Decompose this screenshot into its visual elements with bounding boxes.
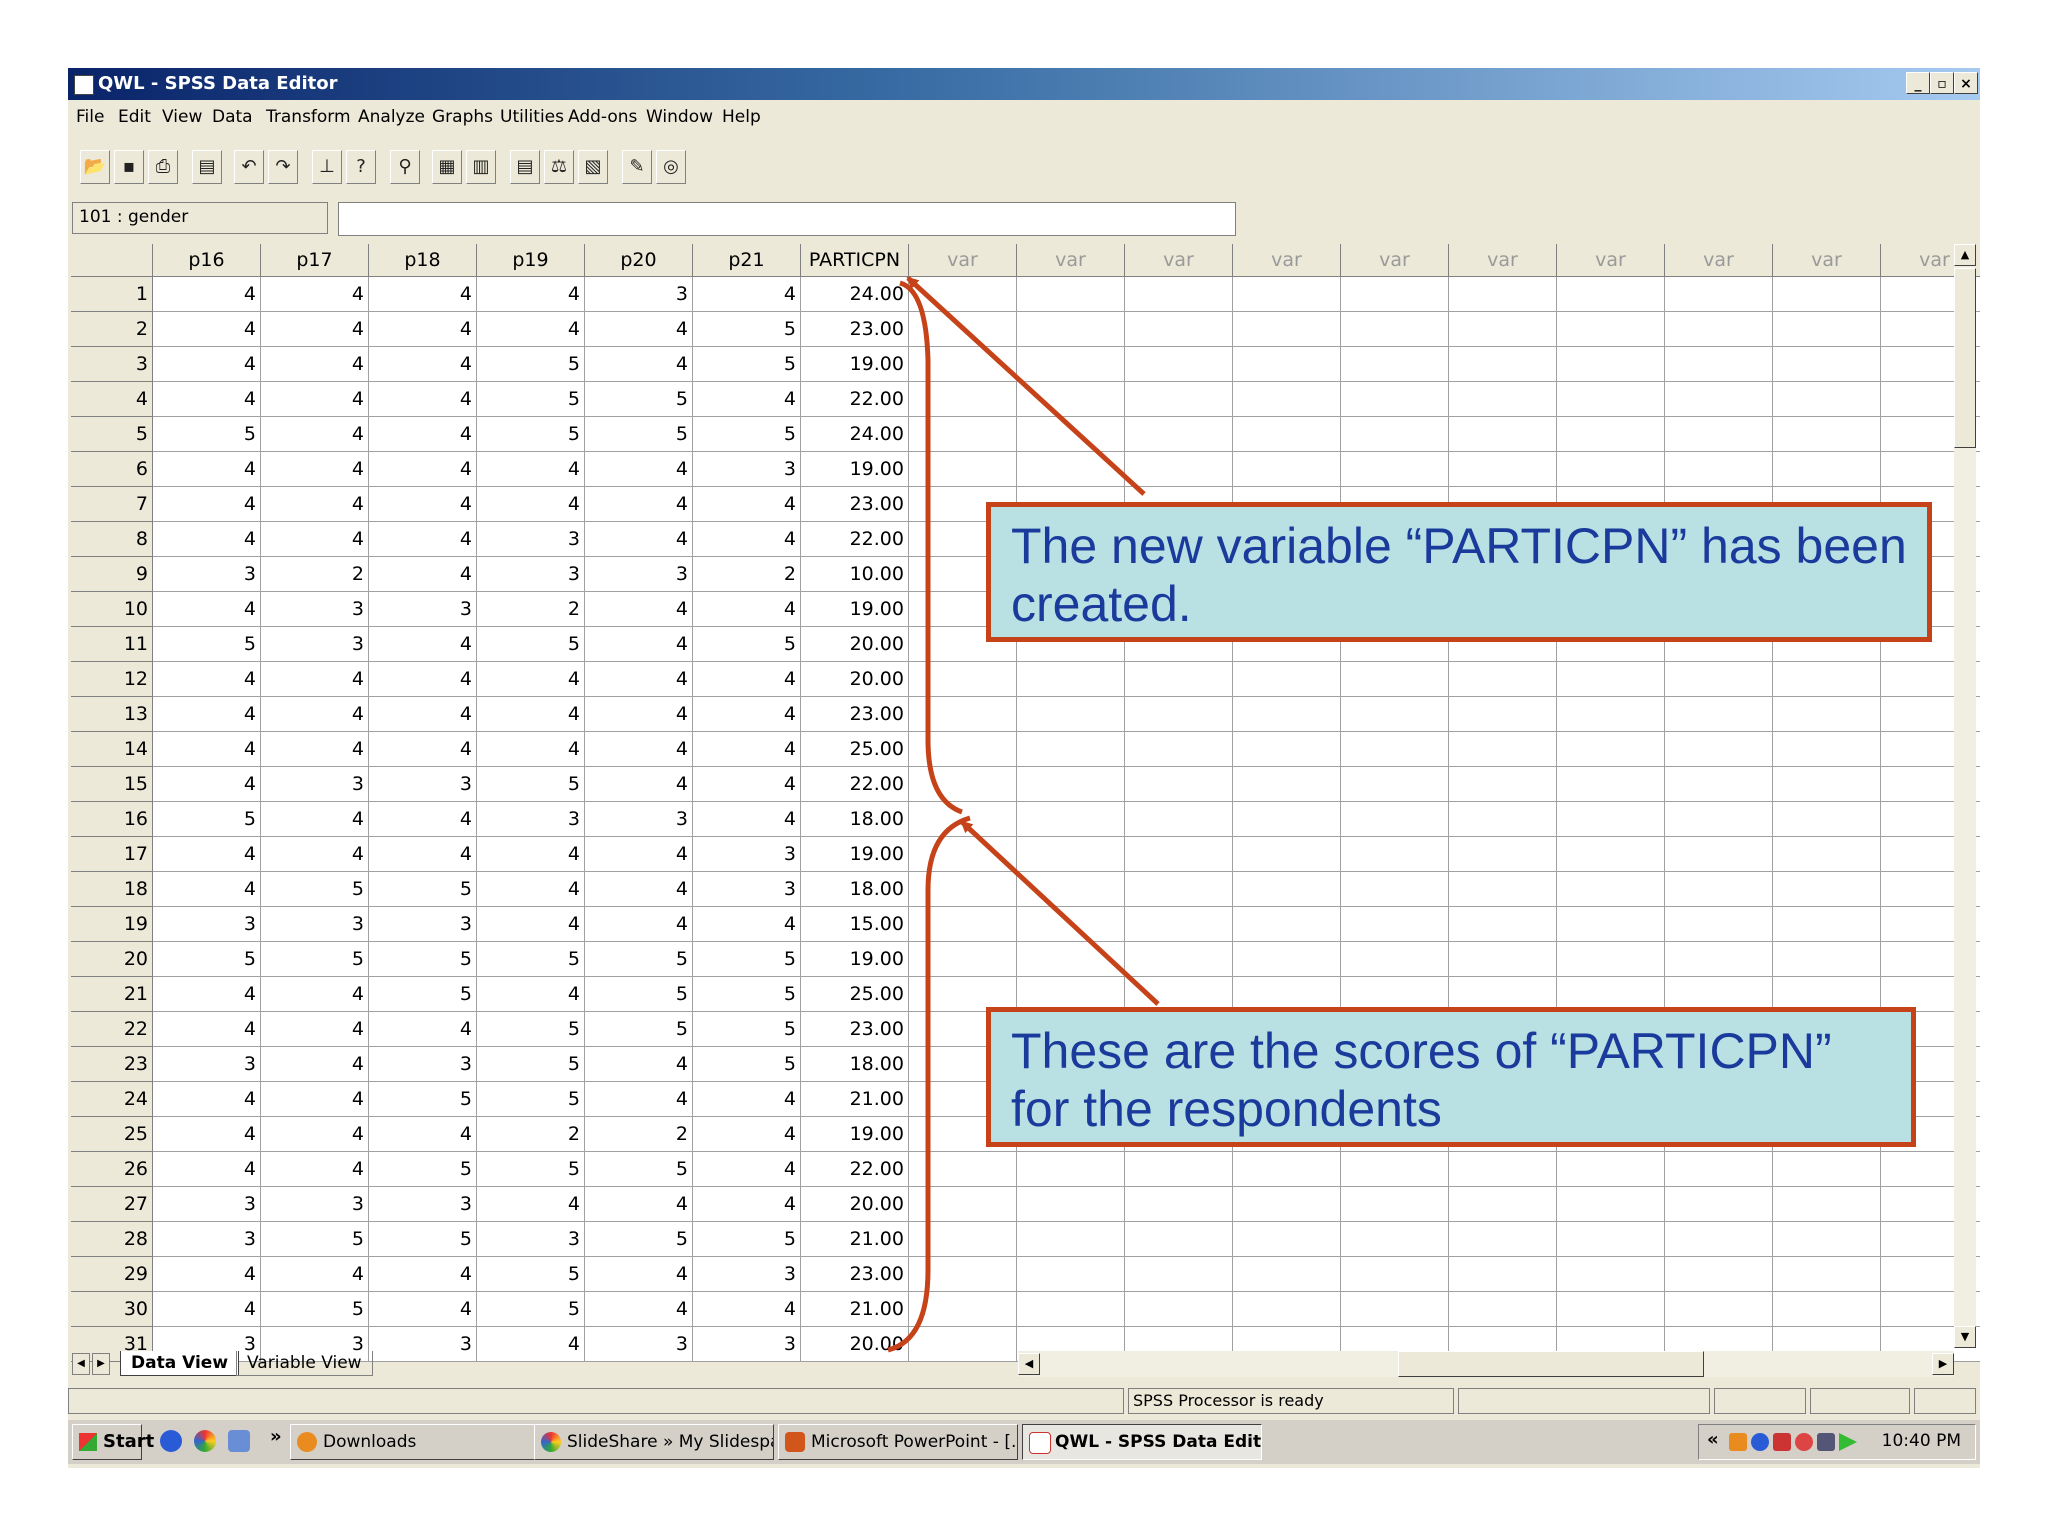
- upper-bracket: [899, 280, 963, 815]
- arrow-to-new-variable: [906, 276, 1146, 496]
- arrow-to-scores: [960, 820, 1160, 1006]
- annotation-arrows: [887, 276, 1160, 1353]
- lower-bracket: [887, 815, 971, 1353]
- callout-new-variable: The new variable “PARTICPN” has been cre…: [986, 502, 1932, 642]
- callout-scores: These are the scores of “PARTICPN” for t…: [986, 1007, 1916, 1147]
